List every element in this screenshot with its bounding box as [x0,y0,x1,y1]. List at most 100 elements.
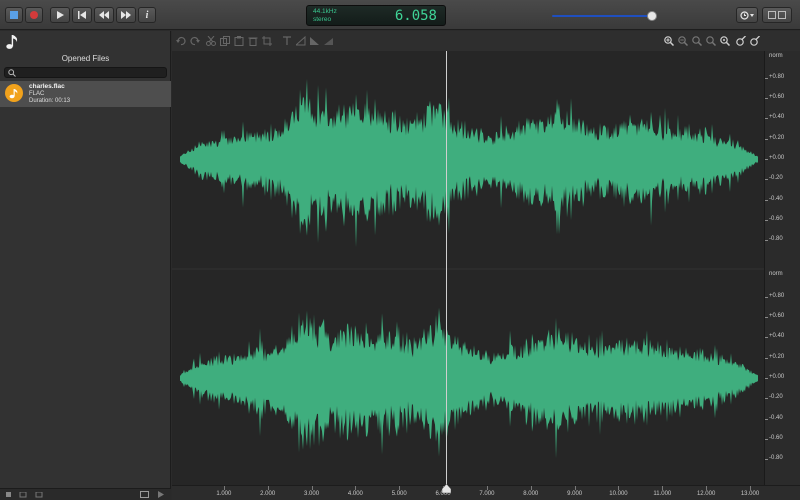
fade-in-icon[interactable] [296,36,306,46]
scale-tick [765,199,768,201]
ruler-tick-label: 1.000 [216,491,232,497]
cut-icon[interactable] [206,36,216,46]
fade-out-icon[interactable] [310,36,320,46]
rewind-button[interactable] [94,7,114,23]
scale-tick [765,138,768,140]
ruler-tick [706,486,708,490]
ruler-tick [662,486,664,490]
sample-rate-label: 44.1kHz [313,8,337,15]
time-ruler[interactable]: 1.000 2.000 3.000 4.000 5.000 6.000 7.000 8.000… [172,485,800,500]
scale-tick [765,98,768,100]
stop-button[interactable] [5,7,23,23]
view-mode-icons[interactable] [6,492,46,498]
search-input[interactable] [4,67,167,78]
amplitude-scale: norm +0.80 +0.60 +0.40 +0.20 +0.00 -0.20 -0.40 -… [764,51,800,485]
add-file-icon[interactable] [140,491,166,498]
ruler-tick [399,486,401,490]
scale-tick-label: +0.60 [769,94,785,101]
ruler-tick-label: 9.000 [567,491,583,497]
scale-tick [765,337,768,339]
transport-toolbar: i 44.1kHz stereo 6.058 [0,0,800,30]
marker-in-icon[interactable] [736,36,746,46]
music-note-icon [5,84,23,102]
scale-tick [765,77,768,79]
trash-icon[interactable] [248,36,258,46]
ruler-tick [355,486,357,490]
scale-tick [765,357,768,359]
ruler-tick-label: 3.000 [304,491,320,497]
undo-icon[interactable] [176,36,186,46]
paste-icon[interactable] [234,36,244,46]
panels-icon [768,11,786,19]
zoom-full-icon[interactable] [720,36,730,46]
info-icon: i [145,9,149,21]
play-button[interactable] [50,7,70,23]
scale-tick-label: -0.40 [769,414,783,421]
search-icon [8,69,16,77]
scale-tick [765,219,768,221]
music-note-icon [6,35,18,49]
info-button[interactable]: i [138,7,156,23]
volume-slider-thumb[interactable] [646,11,657,21]
zoom-selection-icon[interactable] [706,36,716,46]
waveform-canvas[interactable] [172,51,764,485]
history-button[interactable] [736,7,758,23]
ruler-tick-label: 4.000 [347,491,363,497]
ruler-tick-label: 7.000 [479,491,495,497]
file-list-item[interactable]: charles.flac FLAC Duration: 00:13 [0,81,171,107]
sidebar-footer [0,488,171,500]
scale-tick-label: +0.00 [769,155,785,161]
ruler-tick-label: 2.000 [260,491,276,497]
view-toggle-button[interactable] [762,7,792,23]
scale-tick-label: +0.20 [769,134,785,141]
playhead-handle[interactable] [441,484,451,493]
left-channel-waveform [180,79,758,248]
scale-tick-label: +0.40 [769,114,785,121]
scale-tick-label: +0.80 [769,292,785,299]
audio-editor-window: i 44.1kHz stereo 6.058 Opened Files char… [0,0,800,500]
marker-out-icon[interactable] [750,36,760,46]
record-button[interactable] [25,7,43,23]
zoom-fit-icon[interactable] [692,36,702,46]
scale-tick [765,378,768,379]
ruler-tick-label: 11.000 [653,491,672,497]
ruler-tick [618,486,620,490]
scale-unit-label: norm [769,271,783,277]
waveform-view[interactable] [172,51,764,485]
scale-tick [765,398,768,400]
ruler-tick [311,486,313,490]
scale-tick-label: -0.20 [769,175,783,182]
scale-tick [765,317,768,319]
scale-tick [765,179,768,181]
playhead[interactable] [445,51,447,485]
redo-icon[interactable] [190,36,200,46]
scale-unit-label: norm [769,53,783,59]
zoom-in-icon[interactable] [664,36,674,46]
ruler-tick-label: 5.000 [391,491,407,497]
text-tool-icon[interactable] [282,36,292,46]
fast-forward-icon [121,11,131,19]
skip-back-button[interactable] [72,7,92,23]
scale-tick [765,159,768,160]
ruler-tick-label: 8.000 [523,491,539,497]
crop-icon[interactable] [262,36,272,46]
gain-icon[interactable] [324,36,334,46]
record-icon [30,11,38,19]
scale-tick [765,296,768,298]
scale-tick-label: +0.40 [769,333,785,340]
scale-tick [765,438,768,440]
file-name: charles.flac [29,83,65,90]
current-time: 6.058 [394,8,437,24]
fast-forward-button[interactable] [116,7,136,23]
ruler-tick [574,486,576,490]
scale-tick-label: -0.80 [769,455,783,462]
scale-tick-label: +0.00 [769,374,785,380]
volume-slider-track[interactable] [552,15,652,17]
file-type: FLAC [29,91,45,97]
copy-icon[interactable] [220,36,230,46]
scale-tick-label: -0.40 [769,195,783,202]
scale-tick [765,240,768,242]
ruler-tick [267,486,269,490]
channels-label: stereo [313,16,332,23]
zoom-out-icon[interactable] [678,36,688,46]
